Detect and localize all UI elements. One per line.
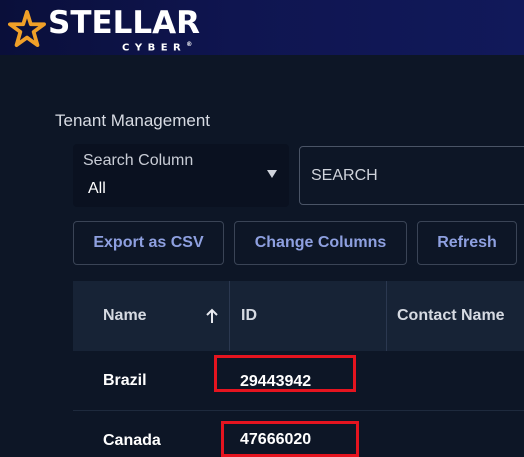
- column-divider[interactable]: [386, 281, 387, 351]
- logo-subtitle: CYBER®: [122, 40, 192, 53]
- logo-wordmark: STELLAR: [48, 5, 201, 41]
- stellar-cyber-logo[interactable]: STELLAR CYBER®: [4, 4, 214, 53]
- column-header-id[interactable]: ID: [241, 281, 257, 351]
- search-input[interactable]: [299, 146, 524, 205]
- search-column-value: All: [88, 180, 106, 197]
- column-divider[interactable]: [229, 281, 230, 351]
- search-column-label: Search Column: [83, 152, 194, 169]
- arrow-up-icon[interactable]: [205, 308, 219, 324]
- logo-subtitle-text: CYBER: [122, 42, 187, 54]
- refresh-button[interactable]: Refresh: [417, 221, 517, 265]
- cell-name: Canada: [103, 432, 161, 449]
- page-title: Tenant Management: [55, 111, 210, 130]
- export-csv-button[interactable]: Export as CSV: [73, 221, 224, 265]
- stellar-star-icon: [8, 10, 46, 48]
- table-header: Name ID Contact Name: [73, 281, 524, 351]
- caret-down-icon[interactable]: [267, 170, 277, 178]
- id-highlight-box: [221, 421, 359, 457]
- change-columns-button[interactable]: Change Columns: [234, 221, 407, 265]
- top-bar: STELLAR CYBER®: [0, 0, 524, 55]
- id-highlight-box: [214, 355, 356, 392]
- search-column-select[interactable]: Search Column All: [73, 144, 289, 207]
- column-header-contact-name[interactable]: Contact Name: [397, 281, 505, 351]
- column-header-name[interactable]: Name: [103, 281, 147, 351]
- cell-name: Brazil: [103, 372, 147, 389]
- trademark-symbol: ®: [186, 41, 193, 48]
